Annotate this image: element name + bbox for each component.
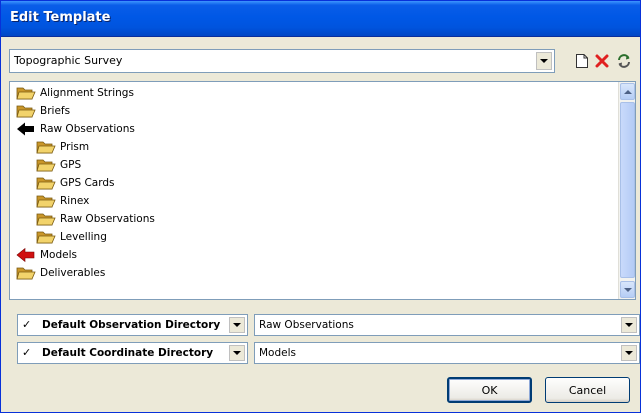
chevron-down-icon[interactable] bbox=[621, 345, 637, 361]
refresh-icon bbox=[618, 54, 630, 68]
tree-item-label: Deliverables bbox=[40, 267, 106, 279]
red-arrow-icon bbox=[16, 247, 36, 263]
observation-directory-field[interactable]: ✓ Default Observation Directory bbox=[17, 314, 248, 336]
folder-open-icon bbox=[16, 103, 36, 119]
coordinate-directory-select[interactable]: Models bbox=[254, 342, 640, 364]
window-title: Edit Template bbox=[10, 10, 111, 25]
tree-item[interactable]: Raw Observations bbox=[36, 210, 155, 228]
cancel-button[interactable]: Cancel bbox=[545, 377, 630, 403]
folder-open-icon bbox=[36, 193, 56, 209]
tree-item[interactable]: Levelling bbox=[36, 228, 107, 246]
title-bar[interactable]: Edit Template bbox=[1, 1, 640, 37]
coordinate-directory-field[interactable]: ✓ Default Coordinate Directory bbox=[17, 342, 248, 364]
folder-open-icon bbox=[36, 139, 56, 155]
tree-item[interactable]: Raw Observations bbox=[16, 120, 135, 138]
chevron-down-icon[interactable] bbox=[229, 317, 245, 333]
tree-item-label: Rinex bbox=[60, 195, 90, 207]
tree-scrollbar[interactable] bbox=[618, 82, 635, 299]
scroll-up-button[interactable] bbox=[620, 83, 635, 100]
tree-item-label: Briefs bbox=[40, 105, 71, 117]
scroll-thumb[interactable] bbox=[620, 102, 635, 278]
folder-open-icon bbox=[36, 157, 56, 173]
observation-directory-select[interactable]: Raw Observations bbox=[254, 314, 640, 336]
refresh-template-button[interactable] bbox=[614, 49, 634, 73]
tree-item[interactable]: Rinex bbox=[36, 192, 89, 210]
tree-item[interactable]: GPS Cards bbox=[36, 174, 115, 192]
tree-item[interactable]: Briefs bbox=[16, 102, 70, 120]
template-select-value: Topographic Survey bbox=[14, 54, 123, 67]
tree-item[interactable]: Models bbox=[16, 246, 77, 264]
tree-item[interactable]: GPS bbox=[36, 156, 81, 174]
tree-item-label: GPS bbox=[60, 159, 82, 171]
tree-item-label: Raw Observations bbox=[40, 123, 135, 135]
edit-template-window: Edit Template Topographic Survey Alignme… bbox=[0, 0, 641, 413]
coordinate-directory-check[interactable]: ✓ bbox=[22, 346, 31, 359]
chevron-down-icon[interactable] bbox=[536, 52, 552, 70]
black-arrow-icon bbox=[16, 121, 36, 137]
chevron-down-icon[interactable] bbox=[229, 345, 245, 361]
chevron-down-icon[interactable] bbox=[621, 317, 637, 333]
tree-item[interactable]: Prism bbox=[36, 138, 89, 156]
ok-button[interactable]: OK bbox=[447, 377, 532, 403]
scroll-down-button[interactable] bbox=[620, 281, 635, 298]
delete-icon bbox=[595, 54, 609, 68]
tree-item-label: Prism bbox=[60, 141, 90, 153]
tree-item[interactable]: Alignment Strings bbox=[16, 84, 134, 102]
folder-open-icon bbox=[36, 175, 56, 191]
folder-open-icon bbox=[36, 211, 56, 227]
observation-directory-label: Default Observation Directory bbox=[42, 319, 221, 331]
new-template-button[interactable] bbox=[572, 49, 592, 73]
tree-item-label: Levelling bbox=[60, 231, 107, 243]
tree-item-label: GPS Cards bbox=[60, 177, 115, 189]
folder-open-icon bbox=[16, 85, 36, 101]
observation-directory-check[interactable]: ✓ bbox=[22, 318, 31, 331]
folder-tree[interactable]: Alignment Strings Briefs Raw Observations P… bbox=[9, 81, 636, 300]
observation-directory-value: Raw Observations bbox=[259, 319, 354, 331]
new-document-icon bbox=[576, 54, 588, 68]
coordinate-directory-label: Default Coordinate Directory bbox=[42, 347, 214, 359]
folder-open-icon bbox=[16, 265, 36, 281]
template-select[interactable]: Topographic Survey bbox=[9, 49, 555, 73]
folder-open-icon bbox=[36, 229, 56, 245]
tree-item-label: Raw Observations bbox=[60, 213, 155, 225]
tree-item-label: Alignment Strings bbox=[40, 87, 134, 99]
tree-item[interactable]: Deliverables bbox=[16, 264, 105, 282]
coordinate-directory-value: Models bbox=[259, 347, 296, 359]
tree-item-label: Models bbox=[40, 249, 77, 261]
delete-template-button[interactable] bbox=[592, 49, 612, 73]
